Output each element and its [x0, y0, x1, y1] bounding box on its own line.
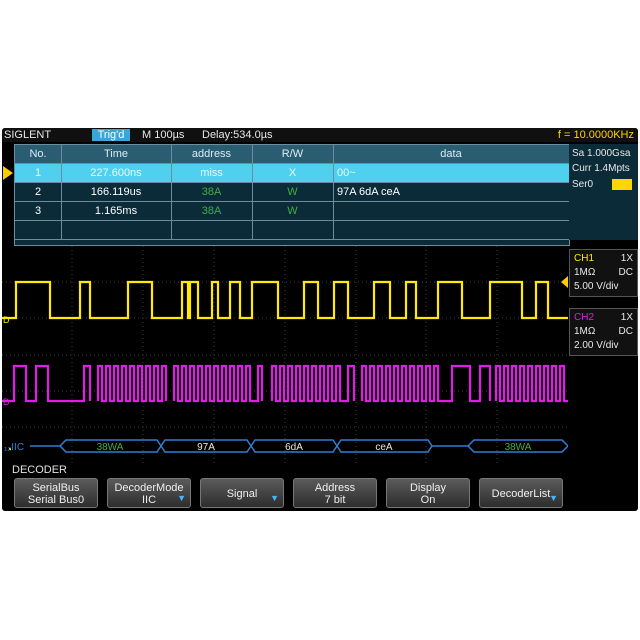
- ch1-coupling: DC: [618, 267, 633, 278]
- bus-segment-label: 38WA: [97, 442, 124, 453]
- decoder-list-softkey[interactable]: DecoderList ▼: [479, 478, 563, 508]
- ch2-impedance: 1MΩ: [574, 326, 596, 337]
- row-no: 3: [15, 202, 62, 221]
- ch2-label: CH2: [574, 312, 595, 323]
- ch1-ground-marker-icon[interactable]: D: [3, 315, 10, 325]
- softkey-value: 7 bit: [324, 494, 346, 506]
- empty-cell: [15, 221, 62, 240]
- row-no: 1: [15, 164, 62, 183]
- ch2-settings-box[interactable]: CH2 1X 1MΩ DC 2.00 V/div: [569, 308, 638, 356]
- column-header-data: data: [440, 148, 462, 160]
- knob-arrow-icon: ▼: [177, 493, 186, 503]
- ch2-trace: [2, 364, 568, 403]
- row-address: miss: [171, 164, 253, 183]
- empty-cell: [171, 221, 253, 240]
- bus-label: ₁₂IIC: [4, 442, 24, 453]
- column-header-rw: R/W: [252, 145, 334, 164]
- row-address: 38A: [171, 183, 253, 202]
- bus-segment-label: ceA: [375, 442, 393, 453]
- table-header-row: No. Time address R/W data: [15, 145, 569, 164]
- row-no: 2: [15, 183, 62, 202]
- ch1-impedance: 1MΩ: [574, 267, 596, 278]
- softkey-label: SerialBus: [32, 482, 80, 494]
- serial-bus-color-swatch: [612, 179, 632, 190]
- column-header-no: No.: [15, 145, 62, 164]
- status-bar: SIGLENT Trig'd M 100µs Delay:534.0µs f =…: [2, 128, 638, 142]
- oscilloscope-screen: SIGLENT Trig'd M 100µs Delay:534.0µs f =…: [2, 128, 638, 511]
- table-row[interactable]: 3 1.165ms 38A W: [15, 202, 569, 221]
- display-softkey[interactable]: Display On: [386, 478, 470, 508]
- bus-segment-label: 97A: [197, 442, 215, 453]
- decoder-mode-softkey[interactable]: DecoderMode IIC ▼: [107, 478, 191, 508]
- channel-markers[interactable]: D D: [3, 276, 568, 407]
- selected-row-marker-icon: [3, 166, 13, 180]
- delay-readout[interactable]: Delay:534.0µs: [202, 128, 273, 142]
- row-rw: X: [252, 164, 334, 183]
- row-time: 166.119us: [61, 183, 172, 202]
- sample-rate-readout: Sa 1.000Gsa: [572, 148, 631, 159]
- table-row-empty: [15, 221, 569, 240]
- bus-segment-label: 38WA: [505, 442, 532, 453]
- decode-list-table[interactable]: No. Time address R/W data 1 227.600ns mi…: [3, 144, 570, 246]
- softkey-label: Display: [409, 482, 447, 494]
- ch2-ground-marker-icon[interactable]: D: [3, 397, 10, 407]
- row-time: 1.165ms: [61, 202, 172, 221]
- brand-label: SIGLENT: [4, 129, 52, 141]
- table-row[interactable]: 1 227.600ns miss X 00~: [3, 164, 569, 183]
- softkey-label: Address: [314, 482, 356, 494]
- graticule-grid: [2, 246, 568, 464]
- submenu-arrow-icon: ▼: [270, 493, 279, 503]
- trigger-level-marker-icon[interactable]: [561, 276, 568, 288]
- memory-depth-readout: Curr 1.4Mpts: [572, 163, 630, 174]
- empty-cell: [252, 221, 334, 240]
- ch2-probe: 1X: [620, 312, 633, 323]
- address-softkey[interactable]: Address 7 bit: [293, 478, 377, 508]
- ch1-label: CH1: [574, 253, 595, 264]
- frequency-readout: f = 10.0000KHz: [557, 129, 634, 141]
- ch1-probe: 1X: [620, 253, 633, 264]
- ch2-coupling: DC: [618, 326, 633, 337]
- acquisition-info-panel: Sa 1.000Gsa Curr 1.4Mpts Ser0: [569, 144, 638, 240]
- ch1-settings-box[interactable]: CH1 1X 1MΩ DC 5.00 V/div: [569, 249, 638, 297]
- timebase-readout[interactable]: M 100µs: [142, 128, 184, 142]
- menu-title: DECODER: [12, 464, 68, 476]
- ch2-scale: 2.00 V/div: [574, 340, 619, 351]
- trigger-status-badge: Trig'd: [92, 129, 130, 141]
- empty-cell: [333, 221, 569, 240]
- row-time: 227.600ns: [61, 164, 172, 183]
- row-data: 00~: [337, 167, 356, 179]
- serial-bus-softkey[interactable]: SerialBus Serial Bus0: [14, 478, 98, 508]
- column-header-time: Time: [61, 145, 172, 164]
- row-rw: W: [252, 202, 334, 221]
- table-row[interactable]: 2 166.119us 38A W 97A 6dA ceA: [15, 183, 569, 202]
- serial-bus-label: Ser0: [572, 179, 594, 190]
- bus-segment-label: 6dA: [285, 442, 303, 453]
- softkey-value: Serial Bus0: [27, 494, 85, 506]
- row-rw: W: [252, 183, 334, 202]
- softkey-value: On: [420, 494, 436, 506]
- column-header-address: address: [171, 145, 253, 164]
- row-address: 38A: [171, 202, 253, 221]
- waveform-display[interactable]: D D ₁₂IIC 38WA 97A 6dA ceA 38WA: [2, 246, 568, 464]
- signal-softkey[interactable]: Signal ▼: [200, 478, 284, 508]
- row-data: [333, 202, 569, 221]
- row-data: 97A 6dA ceA: [337, 186, 400, 198]
- empty-cell: [61, 221, 172, 240]
- ch1-trace-main: [2, 280, 568, 320]
- ch1-scale: 5.00 V/div: [574, 281, 619, 292]
- submenu-arrow-icon: ▼: [549, 493, 558, 503]
